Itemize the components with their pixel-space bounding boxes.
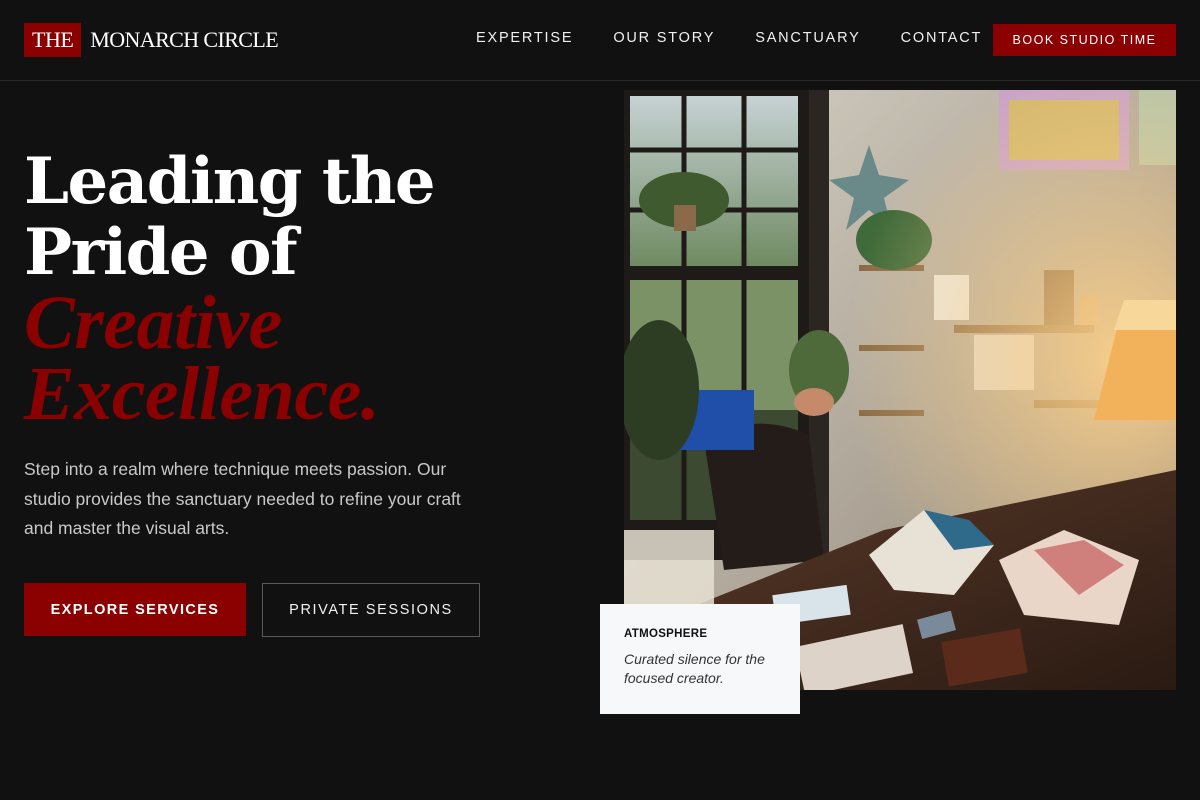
nav-link-expertise[interactable]: EXPERTISE	[476, 30, 573, 46]
headline-accent-2: Excellence.	[24, 352, 380, 436]
atmosphere-card: ATMOSPHERE Curated silence for the focus…	[600, 604, 800, 714]
headline-line-1: Leading the	[24, 144, 436, 219]
logo-mark: THE	[24, 23, 82, 57]
card-title: ATMOSPHERE	[624, 628, 708, 640]
logo-name: MONARCH CIRCLE	[90, 27, 279, 52]
logo[interactable]: THE MONARCH CIRCLE	[24, 23, 279, 57]
private-sessions-button[interactable]: PRIVATE SESSIONS	[262, 583, 480, 637]
studio-photo	[624, 90, 1176, 690]
main-nav: EXPERTISE OUR STORY SANCTUARY CONTACT	[476, 30, 1022, 46]
book-studio-time-button[interactable]: BOOK STUDIO TIME	[993, 24, 1176, 56]
hero-headline: Leading the Pride of Creative Excellence…	[24, 144, 436, 436]
hero-intro: Step into a realm where technique meets …	[24, 459, 461, 538]
explore-services-button[interactable]: EXPLORE SERVICES	[24, 583, 246, 636]
nav-link-our-story[interactable]: OUR STORY	[613, 30, 715, 46]
card-text: Curated silence for the focused creator.	[624, 651, 765, 686]
site-header: THE MONARCH CIRCLE EXPERTISE OUR STORY S…	[0, 0, 1200, 81]
nav-link-contact[interactable]: CONTACT	[901, 30, 983, 46]
headline-line-2: Pride of	[24, 215, 298, 290]
nav-link-sanctuary[interactable]: SANCTUARY	[755, 30, 860, 46]
headline-accent-1: Creative	[24, 281, 282, 365]
